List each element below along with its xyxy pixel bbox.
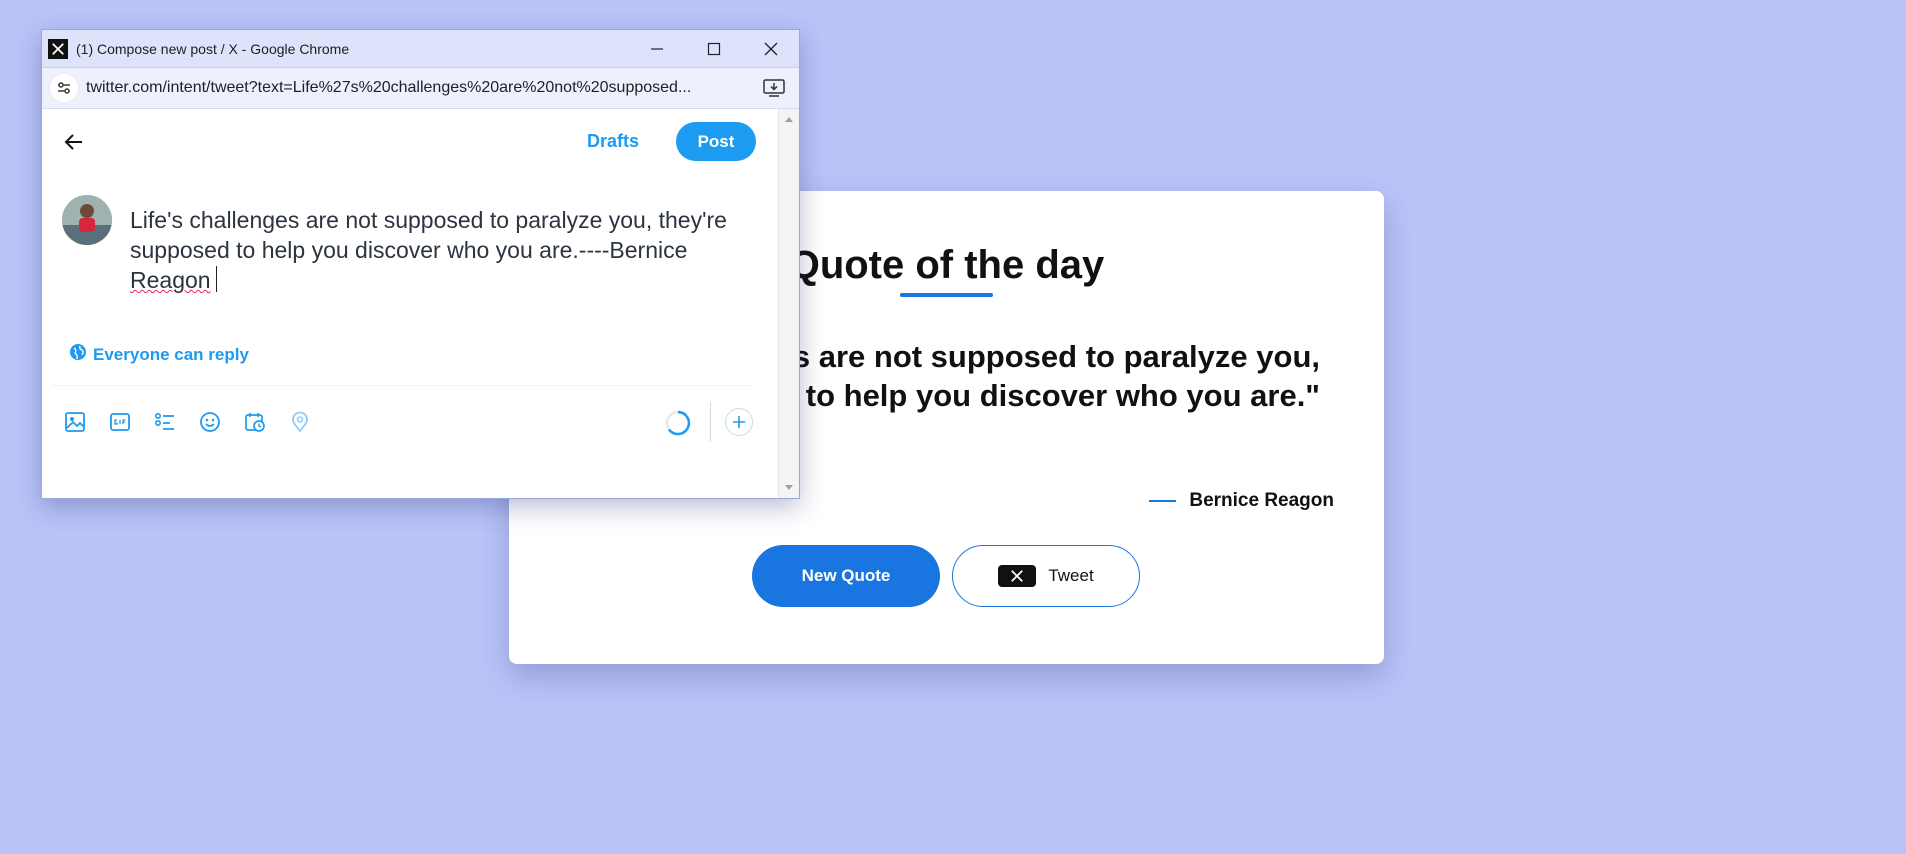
avatar[interactable]	[62, 195, 112, 245]
compose-popup-window: (1) Compose new post / X - Google Chrome…	[41, 29, 800, 499]
emoji-icon[interactable]	[199, 408, 244, 436]
reply-setting-button[interactable]: Everyone can reply	[69, 343, 249, 366]
reply-setting-label: Everyone can reply	[93, 344, 249, 364]
location-icon[interactable]	[289, 408, 334, 436]
image-icon[interactable]	[64, 408, 109, 436]
character-progress-ring	[664, 409, 692, 442]
back-arrow-icon[interactable]	[63, 131, 85, 158]
text-caret	[215, 266, 217, 292]
toolbar-separator	[710, 402, 711, 442]
author-dash	[1149, 500, 1177, 502]
close-icon[interactable]	[742, 30, 799, 67]
quote-author: Bernice Reagon	[1149, 490, 1334, 512]
vertical-scrollbar[interactable]	[778, 109, 799, 498]
post-text-main: Life's challenges are not supposed to pa…	[130, 207, 727, 263]
drafts-link[interactable]: Drafts	[587, 131, 639, 152]
x-logo-icon	[998, 565, 1037, 587]
x-favicon-icon	[48, 38, 68, 59]
url-text[interactable]: twitter.com/intent/tweet?text=Life%27s%2…	[86, 79, 754, 97]
minimize-icon[interactable]	[628, 30, 685, 67]
site-settings-icon[interactable]	[50, 74, 78, 102]
post-button[interactable]: Post	[676, 122, 756, 161]
compose-area: Drafts Post Life's challenges are not su…	[42, 109, 777, 498]
post-text-editor[interactable]: Life's challenges are not supposed to pa…	[130, 205, 755, 295]
add-post-plus-icon[interactable]	[725, 408, 753, 436]
new-quote-button[interactable]: New Quote	[752, 545, 940, 607]
tweet-button-label: Tweet	[1048, 566, 1094, 585]
gif-icon[interactable]	[109, 408, 154, 436]
compose-divider	[52, 385, 752, 386]
post-text-misspelled-word: Reagon	[130, 267, 211, 293]
address-bar[interactable]: twitter.com/intent/tweet?text=Life%27s%2…	[42, 68, 799, 109]
globe-icon	[69, 343, 87, 366]
maximize-icon[interactable]	[685, 30, 742, 67]
install-app-icon[interactable]	[763, 78, 785, 103]
author-name: Bernice Reagon	[1189, 490, 1334, 511]
schedule-icon[interactable]	[244, 408, 289, 436]
poll-icon[interactable]	[154, 408, 199, 436]
window-title: (1) Compose new post / X - Google Chrome	[76, 40, 350, 57]
window-titlebar[interactable]: (1) Compose new post / X - Google Chrome	[42, 30, 799, 68]
tweet-button[interactable]: Tweet	[952, 545, 1140, 607]
title-underline	[900, 293, 993, 297]
compose-toolbar	[64, 408, 334, 436]
